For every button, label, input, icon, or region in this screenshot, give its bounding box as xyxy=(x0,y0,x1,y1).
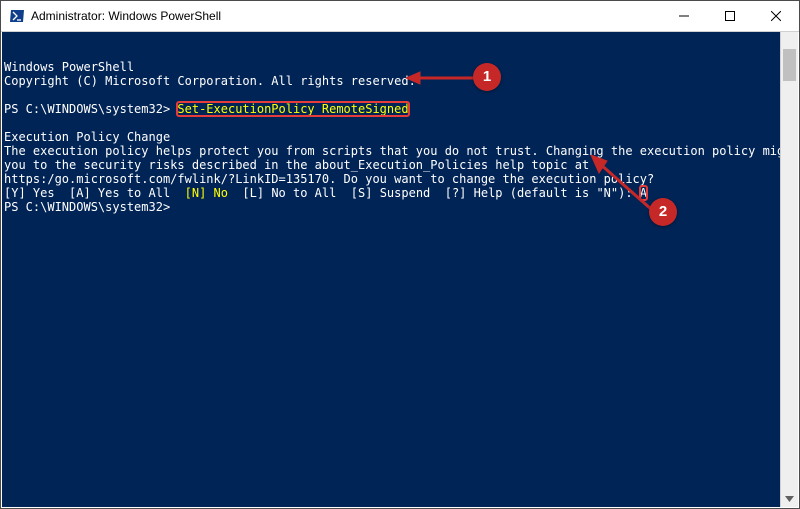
close-button[interactable] xyxy=(753,1,799,31)
banner-line2: Copyright (C) Microsoft Corporation. All… xyxy=(4,74,416,88)
scroll-thumb[interactable] xyxy=(783,49,796,81)
powershell-icon xyxy=(9,8,25,24)
window-title: Administrator: Windows PowerShell xyxy=(31,9,661,23)
policy-line-3: https:/go.microsoft.com/fwlink/?LinkID=1… xyxy=(4,172,654,186)
prompt-2: PS C:\WINDOWS\system32> xyxy=(4,200,177,214)
policy-line-1: The execution policy helps protect you f… xyxy=(4,144,798,158)
terminal-area[interactable]: Windows PowerShell Copyright (C) Microso… xyxy=(2,32,798,507)
maximize-button[interactable] xyxy=(707,1,753,31)
command-entered: Set-ExecutionPolicy RemoteSigned xyxy=(177,102,408,116)
minimize-button[interactable] xyxy=(661,1,707,31)
banner-line1: Windows PowerShell xyxy=(4,60,134,74)
titlebar[interactable]: Administrator: Windows PowerShell xyxy=(1,1,799,32)
window-buttons xyxy=(661,1,799,31)
vertical-scrollbar[interactable] xyxy=(780,32,798,507)
policy-line-2: you to the security risks described in t… xyxy=(4,158,589,172)
scroll-down-button[interactable] xyxy=(781,490,798,507)
choice-no: [N] No xyxy=(185,186,228,200)
prompt-1: PS C:\WINDOWS\system32> xyxy=(4,102,177,116)
terminal-text: Windows PowerShell Copyright (C) Microso… xyxy=(2,60,798,214)
user-answer: A xyxy=(640,186,647,200)
choice-suffix: [L] No to All [S] Suspend [?] Help (defa… xyxy=(228,186,640,200)
policy-title: Execution Policy Change xyxy=(4,130,170,144)
choice-prefix: [Y] Yes [A] Yes to All xyxy=(4,186,185,200)
powershell-window: Administrator: Windows PowerShell Window… xyxy=(0,0,800,509)
